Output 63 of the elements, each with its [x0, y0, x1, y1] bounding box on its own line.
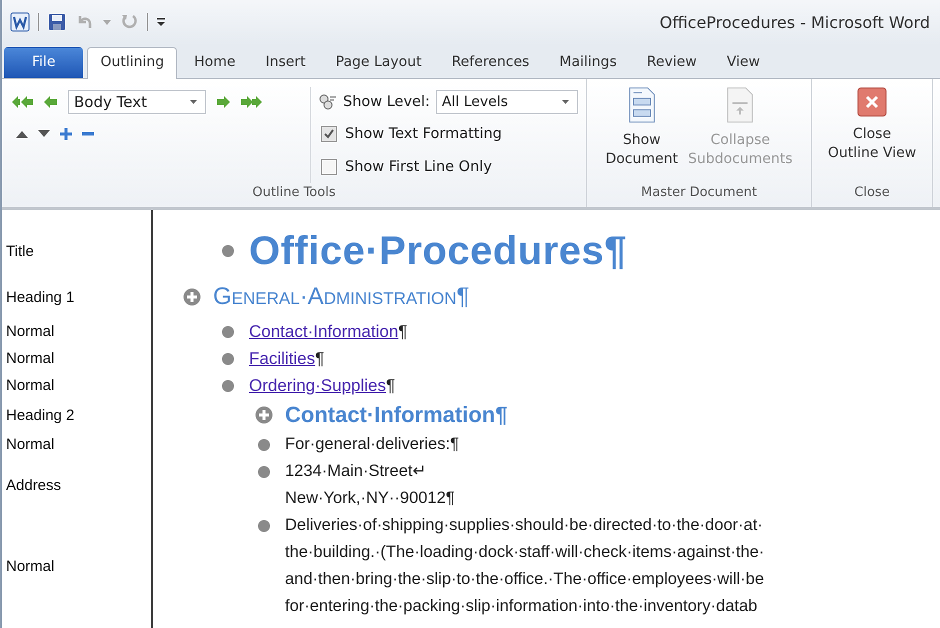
heading: Contact·Information¶ [285, 401, 508, 429]
ribbon-tab[interactable]: Mailings [546, 47, 630, 78]
group-label: Outline Tools [251, 185, 337, 202]
checkbox[interactable] [321, 126, 337, 142]
style-name: Normal [6, 558, 54, 574]
file-tab[interactable]: File [4, 47, 84, 78]
document-icon [626, 87, 657, 123]
link[interactable]: Contact·Information [249, 322, 398, 341]
show-document-button[interactable]: Show Document [603, 85, 680, 171]
document-title: Office·Procedures¶ [249, 228, 628, 275]
collapse-icon[interactable] [82, 132, 94, 136]
style-name: Title [6, 242, 34, 260]
close-icon [856, 87, 887, 117]
expand-icon[interactable] [255, 406, 273, 424]
paragraph-mark: ¶ [398, 322, 408, 341]
window-title: OfficeProcedures - Microsoft Word [660, 12, 930, 32]
caret-icon[interactable] [103, 20, 111, 24]
move-up-icon[interactable] [16, 130, 28, 138]
document-icon [725, 87, 756, 123]
ribbon-tab[interactable]: Review [634, 47, 710, 78]
group-label: Master Document [640, 185, 758, 202]
checkbox-label[interactable]: Show First Line Only [345, 158, 492, 174]
paragraph-mark: ¶ [386, 376, 396, 395]
paragraph-mark: ¶ [315, 349, 324, 368]
move-down-icon[interactable] [38, 130, 50, 138]
style-name: Heading 2 [6, 406, 74, 424]
ribbon-tab[interactable]: Outlining [87, 47, 178, 79]
style-name: Heading 1 [6, 288, 74, 306]
style-name: Normal [6, 323, 54, 340]
word-logo-icon[interactable] [10, 12, 30, 32]
paragraph: Deliveries·of·shipping·supplies·should·be·directed·to·the·door·at· the·building.·(The·loading·dock·staff·will·check·items·against·the· and·then·bring·the·slip·to·the·office.·The·office·employees·will·be for·entering·the·packing·slip·information·into·the·inventory·datab [285, 515, 764, 617]
checkbox[interactable] [321, 158, 337, 174]
dropdown-arrow-icon [190, 100, 197, 104]
ribbon-tab[interactable]: View [714, 47, 773, 78]
style-name: Normal [6, 436, 54, 453]
show-level-label: Show Level: [343, 94, 430, 110]
show-level-icon [319, 94, 337, 110]
paragraph: 1234·Main·Street↵ New·York,·NY··90012¶ [285, 461, 455, 509]
customize-icon[interactable] [156, 16, 166, 28]
style-name: Normal [6, 377, 54, 394]
save-icon[interactable] [47, 12, 67, 32]
promote-icon[interactable] [44, 95, 58, 109]
promote-to-heading-icon[interactable] [12, 95, 34, 109]
show-level-dropdown[interactable]: All Levels [436, 90, 578, 114]
outline-level-dropdown[interactable]: Body Text [68, 90, 206, 114]
checkbox-label[interactable]: Show Text Formatting [345, 126, 502, 142]
style-name: Address [6, 476, 62, 494]
link[interactable]: Ordering·Supplies [249, 376, 386, 395]
paragraph: For·general·deliveries:¶ [285, 434, 459, 455]
expand-icon[interactable] [60, 128, 72, 140]
close-outline-view-button[interactable]: Close Outline View [826, 85, 918, 171]
ribbon-tab[interactable]: Home [181, 47, 248, 78]
link[interactable]: Facilities [249, 349, 316, 368]
heading: General·Administration¶ [213, 282, 470, 312]
ribbon-tab[interactable]: References [438, 47, 542, 78]
expand-icon[interactable] [183, 288, 201, 306]
demote-icon[interactable] [216, 95, 230, 109]
ribbon-tab[interactable]: Insert [252, 47, 319, 78]
style-name: Normal [6, 350, 54, 367]
group-label: Close [853, 185, 891, 202]
demote-to-body-icon[interactable] [240, 95, 262, 109]
dropdown-arrow-icon [562, 100, 569, 104]
ribbon-tab[interactable]: Page Layout [322, 47, 435, 78]
